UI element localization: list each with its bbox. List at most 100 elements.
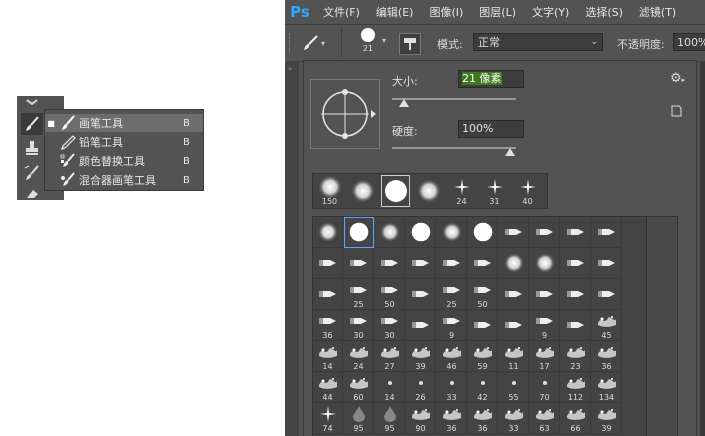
brush-preset-cell[interactable]	[375, 217, 405, 248]
brush-preset-cell[interactable]: 30	[344, 310, 374, 341]
brush-preset-cell[interactable]	[530, 248, 560, 279]
brush-preset-cell[interactable]	[468, 248, 498, 279]
brush-preset-cell[interactable]: 60	[344, 372, 374, 403]
menu-edit[interactable]: 编辑(E)	[368, 4, 422, 20]
brush-preset-cell[interactable]: 90	[406, 403, 436, 434]
brush-preset-cell[interactable]: 9	[437, 310, 467, 341]
size-input[interactable]: 21 像素	[458, 70, 524, 88]
brush-preset-cell[interactable]: 26	[406, 372, 436, 403]
menu-select[interactable]: 选择(S)	[577, 4, 631, 20]
brush-preset-cell[interactable]	[437, 248, 467, 279]
recent-brush-cell[interactable]: 24	[446, 174, 477, 208]
toggle-brush-panel-button[interactable]	[399, 33, 421, 55]
brush-preset-cell[interactable]	[530, 279, 560, 310]
brush-preset-cell[interactable]: 46	[437, 341, 467, 372]
brush-preset-cell[interactable]: 59	[468, 341, 498, 372]
brush-preset-picker[interactable]: 21	[355, 28, 381, 58]
brush-preset-cell[interactable]	[499, 310, 529, 341]
brush-preset-cell[interactable]	[561, 217, 591, 248]
brush-preset-cell[interactable]: 11	[499, 341, 529, 372]
flyout-item-mixer-brush[interactable]: 混合器画笔工具 B	[45, 171, 203, 189]
brush-preset-cell[interactable]	[406, 310, 436, 341]
brush-preset-cell[interactable]: 23	[561, 341, 591, 372]
brush-preset-cell[interactable]: 66	[561, 403, 591, 434]
flyout-item-pencil[interactable]: 铅笔工具 B	[45, 133, 203, 151]
brush-preset-cell[interactable]: 14	[375, 372, 405, 403]
brush-preset-cell[interactable]	[530, 217, 560, 248]
size-slider-thumb[interactable]	[399, 99, 410, 107]
recent-brush-cell[interactable]: 150	[314, 174, 345, 208]
brush-preset-cell[interactable]: 42	[468, 372, 498, 403]
brush-preset-cell[interactable]	[592, 279, 622, 310]
brush-preset-cell[interactable]: 33	[437, 372, 467, 403]
brush-preset-cell[interactable]	[499, 248, 529, 279]
opacity-input[interactable]: 100%	[673, 33, 705, 51]
mode-select[interactable]: 正常 ⌄	[473, 33, 603, 51]
chevron-down-icon[interactable]: ▾	[382, 36, 386, 45]
brush-preset-cell[interactable]: 112	[561, 372, 591, 403]
history-brush-tool-button[interactable]	[21, 162, 43, 184]
brush-preset-cell[interactable]	[406, 217, 436, 248]
brush-preset-cell[interactable]	[313, 217, 343, 248]
recent-brush-cell[interactable]	[380, 174, 411, 208]
new-preset-icon[interactable]	[670, 105, 682, 117]
brush-preset-cell[interactable]: 27	[375, 341, 405, 372]
brush-preset-cell[interactable]: 95	[375, 403, 405, 434]
brush-preset-cell[interactable]: 44	[313, 372, 343, 403]
brush-preset-cell[interactable]: 36	[313, 310, 343, 341]
brush-preset-cell[interactable]: 63	[530, 403, 560, 434]
menu-layer[interactable]: 图层(L)	[471, 4, 524, 20]
brush-preset-cell[interactable]: 9	[530, 310, 560, 341]
brush-preset-cell[interactable]: 55	[499, 372, 529, 403]
brush-preset-cell[interactable]: 134	[592, 372, 622, 403]
flyout-item-brush[interactable]: ■ 画笔工具 B	[45, 114, 203, 132]
brush-preset-cell[interactable]: 39	[406, 341, 436, 372]
menu-filter[interactable]: 滤镜(T)	[631, 4, 684, 20]
brush-preset-cell[interactable]	[468, 217, 498, 248]
brush-preset-cell[interactable]	[375, 248, 405, 279]
brush-preset-cell[interactable]: 30	[375, 310, 405, 341]
menu-type[interactable]: 文字(Y)	[524, 4, 577, 20]
brush-preset-cell[interactable]: 33	[499, 403, 529, 434]
recent-brush-cell[interactable]: 31	[479, 174, 510, 208]
menu-image[interactable]: 图像(I)	[421, 4, 471, 20]
brush-preset-cell[interactable]	[499, 217, 529, 248]
flyout-item-color-replace[interactable]: 颜色替换工具 B	[45, 152, 203, 170]
brush-preset-cell[interactable]: 24	[344, 341, 374, 372]
brush-preset-cell[interactable]: 36	[592, 341, 622, 372]
brush-angle-preview[interactable]	[310, 79, 380, 149]
brush-preset-cell[interactable]: 14	[313, 341, 343, 372]
brush-preset-cell[interactable]	[561, 310, 591, 341]
brush-preset-cell[interactable]	[406, 279, 436, 310]
size-slider-track[interactable]	[392, 98, 516, 100]
brush-preset-cell[interactable]	[344, 248, 374, 279]
brush-preset-cell[interactable]	[592, 217, 622, 248]
brush-tool-button[interactable]	[21, 113, 43, 135]
grid-scrollbar[interactable]	[646, 216, 678, 436]
brush-preset-cell[interactable]	[561, 279, 591, 310]
brush-preset-cell[interactable]	[499, 279, 529, 310]
recent-brush-cell[interactable]: 40	[512, 174, 543, 208]
recent-brush-cell[interactable]	[413, 174, 444, 208]
recent-brush-cell[interactable]	[347, 174, 378, 208]
eraser-tool-button[interactable]	[21, 186, 43, 200]
brush-preset-cell[interactable]: 39	[592, 403, 622, 434]
brush-preset-cell[interactable]: 74	[313, 403, 343, 434]
brush-preset-cell[interactable]	[437, 217, 467, 248]
brush-preset-cell[interactable]: 50	[375, 279, 405, 310]
brush-preset-cell[interactable]	[406, 248, 436, 279]
brush-preset-cell[interactable]: 45	[592, 310, 622, 341]
brush-preset-cell[interactable]: 50	[468, 279, 498, 310]
brush-preset-cell[interactable]: 95	[344, 403, 374, 434]
tool-preset-picker[interactable]: ▾	[299, 33, 335, 53]
brush-preset-cell[interactable]	[313, 279, 343, 310]
brush-preset-cell[interactable]: 36	[468, 403, 498, 434]
brush-preset-cell[interactable]	[468, 310, 498, 341]
brush-preset-cell[interactable]	[592, 248, 622, 279]
brush-preset-cell[interactable]	[344, 217, 374, 248]
brush-preset-cell[interactable]: 17	[530, 341, 560, 372]
brush-preset-cell[interactable]	[561, 248, 591, 279]
brush-preset-cell[interactable]: 25	[344, 279, 374, 310]
brush-preset-cell[interactable]: 36	[437, 403, 467, 434]
stamp-tool-button[interactable]	[21, 137, 43, 159]
